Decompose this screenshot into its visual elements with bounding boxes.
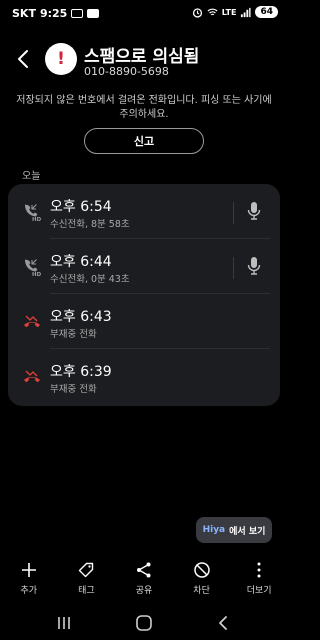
- add-button[interactable]: 추가: [0, 558, 58, 602]
- carrier: SKT: [12, 7, 36, 20]
- page-title: 스팸으로 의심됨: [84, 47, 200, 67]
- divider: [233, 202, 234, 224]
- status-bar: SKT 9:25 LTE 64: [0, 0, 288, 28]
- plus-icon: [21, 563, 36, 577]
- recent-apps-icon[interactable]: [54, 614, 74, 632]
- section-label-today: 오늘: [22, 171, 41, 182]
- back-nav-icon[interactable]: [214, 614, 234, 632]
- back-arrow-icon[interactable]: [12, 47, 36, 71]
- tag-icon: [79, 562, 94, 578]
- incoming-hd-call-icon: HD: [25, 204, 42, 222]
- call-description: 수신전화, 0분 43초: [50, 274, 130, 285]
- more-icon: [257, 562, 261, 578]
- call-description: 부재중 전화: [50, 329, 97, 340]
- signal-icon: [241, 7, 252, 17]
- missed-call-icon: [24, 370, 40, 383]
- spam-notice: 저장되지 않은 번호에서 걸려온 전화입니다. 피싱 또는 사기에 주의하세요.: [16, 95, 272, 120]
- call-item[interactable]: 오후 6:39 부재중 전화: [8, 349, 280, 404]
- incoming-hd-call-icon: HD: [25, 259, 42, 277]
- recording-icon[interactable]: [246, 200, 262, 222]
- clock: 9:25: [39, 7, 68, 20]
- bottom-toolbar: 추가 태그 공유 차단 더보기: [0, 558, 288, 602]
- share-icon: [136, 562, 151, 578]
- call-description: 수신전화, 8분 58초: [50, 219, 130, 230]
- system-nav-bar: [0, 606, 288, 640]
- block-button[interactable]: 차단: [173, 558, 231, 602]
- missed-call-icon: [24, 315, 40, 328]
- wifi-icon: [207, 8, 218, 15]
- share-button[interactable]: 공유: [115, 558, 173, 602]
- call-item[interactable]: HD 오후 6:44 수신전화, 0분 43초: [8, 239, 280, 294]
- call-history-list: HD 오후 6:54 수신전화, 8분 58초 HD 오후 6:44 수신전화,…: [8, 184, 280, 406]
- share-label: 공유: [135, 586, 153, 596]
- hiya-logo: Hiya: [202, 525, 226, 535]
- call-time: 오후 6:39: [50, 364, 112, 380]
- battery-indicator: 64: [255, 6, 278, 18]
- report-button[interactable]: 신고: [84, 128, 204, 154]
- call-time: 오후 6:54: [50, 199, 112, 215]
- spam-avatar: !: [45, 43, 77, 75]
- tag-button[interactable]: 태그: [58, 558, 116, 602]
- status-left: SKT 9:25: [12, 7, 100, 20]
- alarm-icon: [192, 7, 202, 18]
- divider: [233, 257, 234, 279]
- call-item[interactable]: 오후 6:43 부재중 전화: [8, 294, 280, 349]
- screenshot-icon: [71, 9, 84, 18]
- add-label: 추가: [20, 586, 38, 596]
- warning-icon: !: [57, 49, 65, 69]
- call-time: 오후 6:44: [50, 254, 112, 270]
- call-description: 부재중 전화: [50, 384, 97, 395]
- block-icon: [193, 562, 210, 578]
- call-time: 오후 6:43: [50, 309, 112, 325]
- message-icon: [87, 9, 100, 18]
- tag-label: 태그: [78, 586, 95, 596]
- block-label: 차단: [193, 586, 210, 596]
- view-in-hiya-button[interactable]: Hiya 에서 보기: [196, 517, 272, 543]
- recording-icon[interactable]: [246, 255, 262, 277]
- call-item[interactable]: HD 오후 6:54 수신전화, 8분 58초: [8, 184, 280, 239]
- more-label: 더보기: [246, 586, 272, 596]
- svg-text:HD: HD: [32, 272, 42, 277]
- more-button[interactable]: 더보기: [230, 558, 288, 602]
- phone-number: 010-8890-5698: [84, 65, 169, 78]
- view-in-label: 에서 보기: [229, 526, 266, 537]
- network-type: LTE: [221, 7, 237, 17]
- svg-text:HD: HD: [32, 217, 42, 222]
- home-icon[interactable]: [134, 614, 154, 632]
- status-right: LTE 64: [192, 6, 278, 18]
